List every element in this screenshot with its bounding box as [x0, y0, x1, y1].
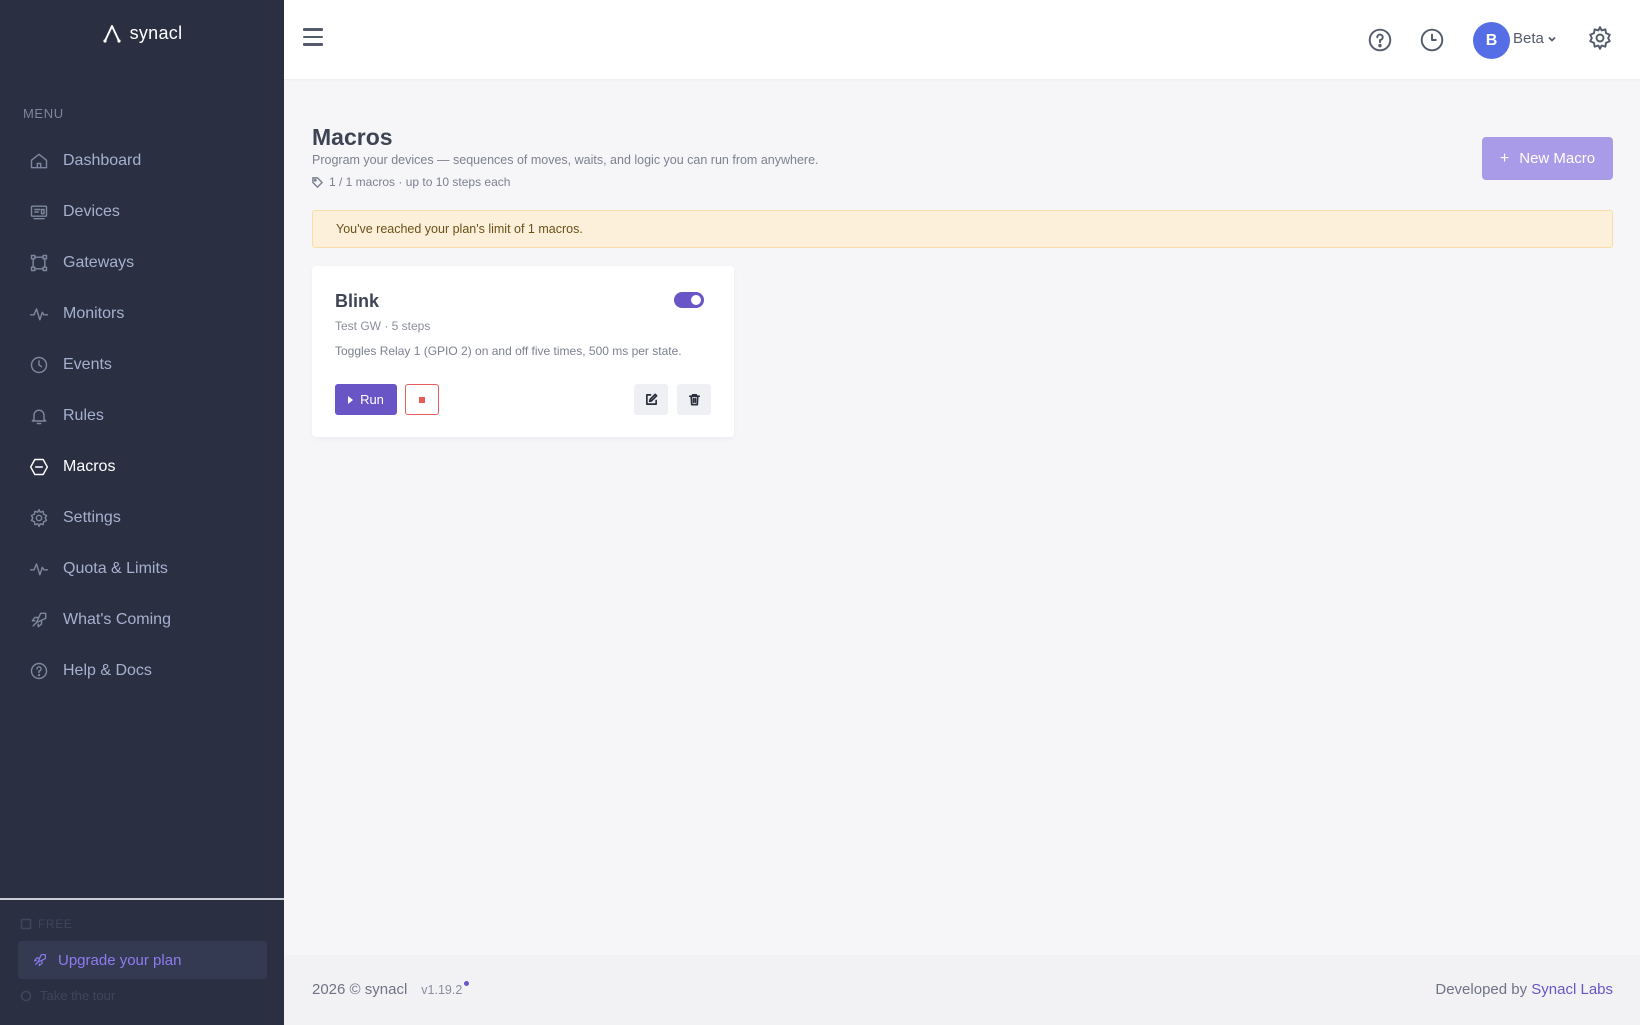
macro-quota-text: 1 / 1 macros · up to 10 steps each: [329, 175, 511, 189]
version-badge[interactable]: v1.19.2: [421, 981, 470, 997]
topbar: B Beta: [284, 0, 1640, 79]
play-icon: [348, 395, 354, 404]
sidebar-item-monitors[interactable]: Monitors: [0, 288, 284, 339]
macro-description: Toggles Relay 1 (GPIO 2) on and off five…: [335, 344, 682, 358]
sidebar-item-label: Help & Docs: [63, 661, 152, 679]
sidebar-item-settings[interactable]: Settings: [0, 492, 284, 543]
footer-left: 2026 © synacl v1.19.2: [312, 981, 470, 998]
run-macro-button[interactable]: Run: [335, 384, 397, 415]
sidebar-item-quota-limits[interactable]: Quota & Limits: [0, 543, 284, 594]
new-macro-label: New Macro: [1519, 150, 1596, 167]
box-icon: [20, 918, 32, 930]
tag-icon: [312, 176, 323, 188]
macro-quota-info: 1 / 1 macros · up to 10 steps each: [312, 175, 510, 189]
sidebar-item-rules[interactable]: Rules: [0, 390, 284, 441]
footer-right: Developed by Synacl Labs: [1435, 981, 1613, 998]
macro-meta: Test GW · 5 steps: [335, 319, 431, 333]
plan-tier: FREE: [20, 917, 72, 931]
plan-limit-alert: You've reached your plan's limit of 1 ma…: [312, 210, 1613, 248]
brand-logo[interactable]: synacl: [0, 0, 284, 66]
menu-title: MENU: [23, 106, 64, 121]
sidebar-nav: Dashboard Devices Gateways Monitors Even…: [0, 135, 284, 696]
stop-icon: [419, 396, 425, 403]
sidebar-item-label: Rules: [63, 406, 104, 424]
sidebar-item-label: What's Coming: [63, 610, 171, 628]
gear-icon: [28, 507, 50, 529]
trash-icon: [688, 394, 700, 406]
sidebar-item-events[interactable]: Events: [0, 339, 284, 390]
edit-icon: [645, 393, 657, 405]
developed-by-text: Developed by: [1435, 981, 1528, 998]
update-dot-icon: [464, 981, 470, 986]
sidebar-item-devices[interactable]: Devices: [0, 186, 284, 237]
developer-link[interactable]: Synacl Labs: [1531, 981, 1613, 998]
compass-icon: [20, 990, 32, 1001]
take-tour-label: Take the tour: [40, 988, 116, 1003]
run-label: Run: [360, 392, 384, 407]
sidebar-item-gateways[interactable]: Gateways: [0, 237, 284, 288]
user-menu[interactable]: Beta: [1513, 30, 1557, 47]
help-icon: [28, 660, 50, 682]
sidebar-item-label: Devices: [63, 202, 120, 220]
user-name: Beta: [1513, 30, 1544, 47]
sidebar: synacl MENU Dashboard Devices Gateways M…: [0, 0, 284, 1025]
plus-icon: +: [1499, 149, 1510, 167]
rocket-icon: [33, 954, 46, 967]
macro-enabled-toggle[interactable]: [674, 292, 704, 308]
footer: 2026 © synacl v1.19.2 Developed by Synac…: [284, 955, 1640, 1025]
plan-tier-label: FREE: [38, 917, 73, 931]
sidebar-item-label: Gateways: [63, 253, 135, 271]
sidebar-item-label: Dashboard: [63, 151, 142, 169]
sidebar-item-label: Events: [63, 355, 112, 373]
synacl-logo-icon: [102, 25, 121, 43]
pulse-icon: [28, 558, 50, 580]
sidebar-item-help-docs[interactable]: Help & Docs: [0, 645, 284, 696]
macro-name: Blink: [335, 291, 380, 311]
menu-icon[interactable]: [303, 28, 323, 50]
rocket-icon: [28, 609, 50, 631]
clock-icon[interactable]: [1419, 27, 1445, 53]
page-subtitle: Program your devices — sequences of move…: [312, 153, 819, 167]
page-title: Macros: [312, 124, 393, 150]
macro-card: Blink Test GW · 5 steps Toggles Relay 1 …: [312, 266, 734, 437]
sidebar-item-label: Macros: [63, 457, 116, 475]
help-icon[interactable]: [1367, 27, 1393, 53]
gateway-icon: [28, 252, 50, 274]
delete-macro-button[interactable]: [677, 384, 711, 415]
sidebar-footer: FREE Upgrade your plan Take the tour: [0, 898, 284, 1025]
sidebar-item-whats-coming[interactable]: What's Coming: [0, 594, 284, 645]
new-macro-button[interactable]: + New Macro: [1482, 137, 1613, 180]
chevron-down-icon: [1548, 36, 1556, 42]
sidebar-item-dashboard[interactable]: Dashboard: [0, 135, 284, 186]
clock-icon: [28, 354, 50, 376]
avatar[interactable]: B: [1473, 22, 1510, 59]
devices-icon: [28, 201, 50, 223]
brand-name: synacl: [129, 22, 183, 43]
hexagon-icon: [28, 456, 50, 478]
sidebar-item-label: Settings: [63, 508, 121, 526]
copyright: 2026 © synacl: [312, 981, 408, 998]
home-icon: [28, 150, 50, 172]
sidebar-item-label: Monitors: [63, 304, 125, 322]
sidebar-item-label: Quota & Limits: [63, 559, 168, 577]
sidebar-item-macros[interactable]: Macros: [0, 441, 284, 492]
pulse-icon: [28, 303, 50, 325]
stop-macro-button[interactable]: [405, 384, 439, 415]
bell-icon: [28, 405, 50, 427]
version-text: v1.19.2: [421, 983, 463, 997]
take-tour-link[interactable]: Take the tour: [20, 988, 115, 1003]
upgrade-plan-button[interactable]: Upgrade your plan: [18, 941, 267, 979]
gear-icon[interactable]: [1587, 25, 1613, 51]
upgrade-plan-label: Upgrade your plan: [58, 951, 182, 969]
edit-macro-button[interactable]: [634, 384, 668, 415]
